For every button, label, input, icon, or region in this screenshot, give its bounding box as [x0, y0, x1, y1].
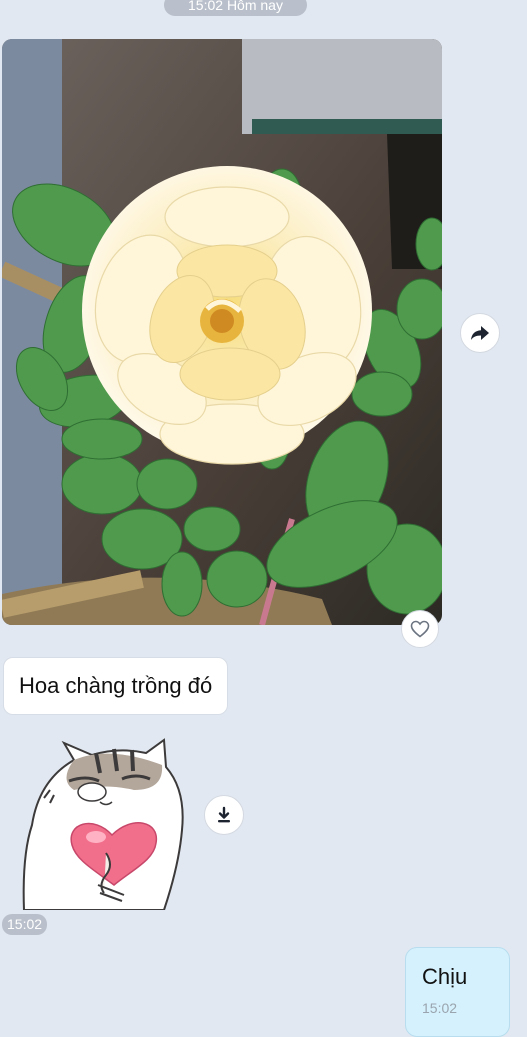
forward-button[interactable]: [460, 313, 500, 353]
sticker-timestamp: 15:02: [2, 914, 48, 935]
date-separator-chip: 15:02 Hôm nay: [164, 0, 307, 16]
message-timestamp: 15:02: [422, 1000, 458, 1016]
rose-photo-image: [2, 39, 442, 625]
download-button[interactable]: [204, 795, 244, 835]
forward-icon: [471, 326, 489, 340]
like-button[interactable]: [401, 610, 439, 648]
message-text: Chịu: [422, 964, 468, 989]
heart-outline-icon: [410, 620, 430, 638]
message-text: Hoa chàng trồng đó: [19, 673, 213, 698]
incoming-text-message[interactable]: Hoa chàng trồng đó: [3, 657, 229, 715]
cat-heart-sticker[interactable]: [14, 735, 194, 911]
download-icon: [218, 806, 230, 823]
rose-photo-message[interactable]: [2, 39, 442, 625]
cat-sticker-image: [22, 738, 184, 911]
